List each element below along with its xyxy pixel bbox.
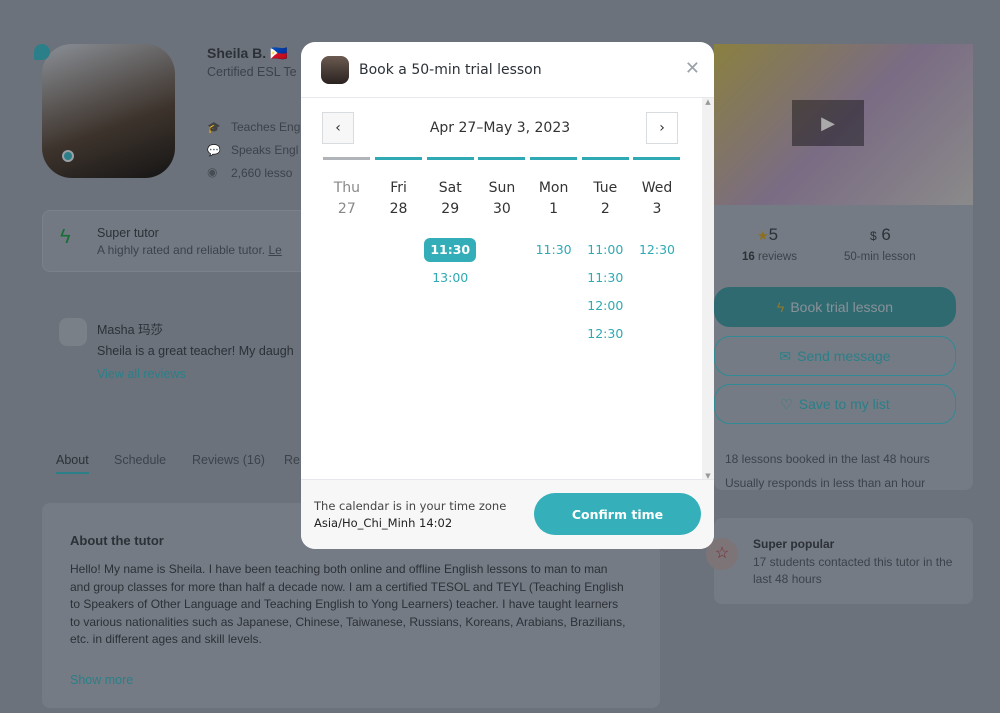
rating-value: 5 <box>768 225 779 244</box>
day-column: Mon 1 11:30 <box>528 157 580 346</box>
confirm-time-button[interactable]: Confirm time <box>534 493 701 535</box>
popular-desc: 17 students contacted this tutor in the … <box>753 555 953 586</box>
availability-bar <box>581 157 629 160</box>
tutor-name: Sheila B. 🇵🇭 <box>207 45 288 61</box>
tab-reviews[interactable]: Reviews (16) <box>192 453 265 467</box>
availability-bar <box>426 157 474 160</box>
currency: $ <box>870 229 877 243</box>
day-name: Wed <box>641 180 673 196</box>
modal-title: Book a 50-min trial lesson <box>359 61 542 78</box>
day-name: Tue <box>593 180 618 196</box>
popular-title: Super popular <box>753 537 835 551</box>
day-date: 27 <box>337 201 356 217</box>
time-slot[interactable]: 11:30 <box>581 266 629 290</box>
responds-info: Usually responds in less than an hour <box>725 476 926 490</box>
modal-footer: The calendar is in your time zone Asia/H… <box>301 479 714 549</box>
time-slot[interactable]: 11:30 <box>530 238 578 262</box>
time-slot[interactable]: 11:00 <box>581 238 629 262</box>
send-message-button[interactable]: ✉ Send message <box>714 336 956 376</box>
tab-about[interactable]: About <box>56 453 89 474</box>
day-column: Fri 28 <box>373 157 425 346</box>
availability-bar <box>478 157 526 160</box>
book-trial-button[interactable]: ϟ Book trial lesson <box>714 287 956 327</box>
review-author: Masha 玛莎 <box>97 323 163 337</box>
show-more-link[interactable]: Show more <box>70 673 133 687</box>
timezone-value: Asia/Ho_Chi_Minh 14:02 <box>314 516 453 530</box>
scrollbar[interactable]: ▲ ▼ <box>702 98 714 480</box>
day-column: Sun 30 <box>476 157 528 346</box>
day-name: Sat <box>438 180 462 196</box>
day-column: Sat 29 11:30 13:00 <box>424 157 477 346</box>
about-text: Hello! My name is Sheila. I have been te… <box>70 562 626 646</box>
super-popular-card: Super popular 17 students contacted this… <box>714 518 973 604</box>
view-all-reviews-link[interactable]: View all reviews <box>97 367 186 381</box>
heart-icon: ♡ <box>780 395 793 412</box>
reviews-count: 16 <box>742 251 755 263</box>
day-date: 3 <box>652 201 662 217</box>
save-to-list-button[interactable]: ♡ Save to my list <box>714 384 956 424</box>
day-date: 29 <box>441 201 460 217</box>
availability-bar <box>633 157 681 160</box>
day-column: Thu 27 <box>321 157 373 346</box>
timezone-label: The calendar is in your time zone <box>314 499 507 513</box>
graduation-cap-icon: 🎓 <box>207 122 221 134</box>
day-column: Tue 2 11:00 11:30 12:00 12:30 <box>579 157 631 346</box>
day-name: Mon <box>538 180 569 196</box>
speech-bubble-icon: 💬 <box>207 145 221 157</box>
date-range: Apr 27–May 3, 2023 <box>429 120 571 136</box>
lightning-icon: ϟ <box>60 226 71 248</box>
day-date: 1 <box>549 201 559 217</box>
next-week-button[interactable]: › <box>646 112 678 144</box>
close-icon[interactable]: ✕ <box>685 58 700 79</box>
reviews-label: reviews <box>758 251 797 263</box>
super-tutor-card <box>42 210 301 272</box>
price-value: 6 <box>881 225 891 244</box>
reviewer-avatar <box>59 318 87 346</box>
play-icon[interactable]: ▶ <box>792 100 864 146</box>
booked-info: 18 lessons booked in the last 48 hours <box>725 452 930 466</box>
day-date: 30 <box>492 201 511 217</box>
availability-bar <box>375 157 423 160</box>
time-slot[interactable]: 12:30 <box>633 238 681 262</box>
tab-resume[interactable]: Re <box>284 453 300 467</box>
day-name: Thu <box>333 180 360 196</box>
booking-modal: Book a 50-min trial lesson ✕ ‹ Apr 27–Ma… <box>301 42 714 549</box>
time-slot[interactable]: 13:00 <box>426 266 474 290</box>
day-name: Fri <box>390 180 407 196</box>
super-tutor-desc: A highly rated and reliable tutor. <box>97 243 266 257</box>
online-dot <box>62 150 74 162</box>
tutor-speaks: Speaks Engl <box>231 143 299 157</box>
day-column: Wed 3 12:30 <box>631 157 683 346</box>
tutor-avatar-small <box>321 55 349 84</box>
tab-schedule[interactable]: Schedule <box>114 453 166 467</box>
time-slot[interactable]: 11:30 <box>424 238 477 262</box>
time-slot[interactable]: 12:30 <box>581 322 629 346</box>
tutor-teaches: Teaches Eng <box>231 120 301 134</box>
day-date: 28 <box>389 201 408 217</box>
tutor-headline: Certified ESL Te <box>207 65 297 79</box>
review-text: Sheila is a great teacher! My daugh <box>97 344 294 358</box>
lightning-icon: ϟ <box>776 299 785 315</box>
target-icon: ◉ <box>207 165 218 179</box>
intro-video[interactable]: ▶ <box>714 44 973 205</box>
star-icon: ★ <box>757 228 769 243</box>
super-tutor-title: Super tutor <box>97 226 159 240</box>
logo-blob <box>34 44 50 60</box>
price-label: 50-min lesson <box>844 251 916 263</box>
calendar-days: Thu 27 Fri 28 Sat 29 11:30 13:00 Sun 30 Mo… <box>321 157 683 346</box>
day-date: 2 <box>600 201 610 217</box>
time-slot[interactable]: 12:00 <box>581 294 629 318</box>
day-name: Sun <box>488 180 516 196</box>
availability-bar <box>530 157 578 160</box>
learn-more-link[interactable]: Le <box>268 243 281 257</box>
tutor-lessons: 2,660 lesso <box>231 166 293 180</box>
about-title: About the tutor <box>70 533 164 548</box>
envelope-icon: ✉ <box>779 347 792 364</box>
availability-bar <box>323 157 371 160</box>
